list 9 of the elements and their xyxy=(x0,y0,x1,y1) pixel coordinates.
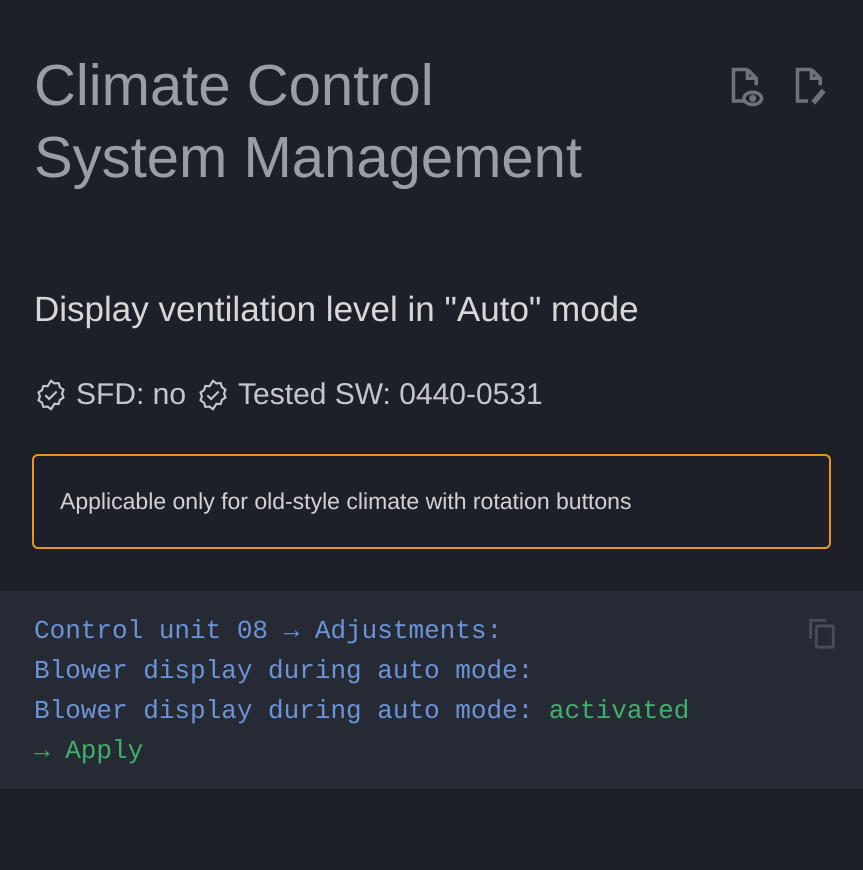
code-line: → Apply xyxy=(34,735,144,768)
notice-box: Applicable only for old-style climate with rotation buttons xyxy=(32,454,831,549)
section-heading: Display ventilation level in "Auto" mode xyxy=(34,290,640,330)
code-line: Blower display during auto mode: activated xyxy=(34,695,690,728)
badge-label: Tested SW: 0440-0531 xyxy=(238,378,543,412)
badge-label: SFD: no xyxy=(76,378,186,412)
code-line: Blower display during auto mode: xyxy=(34,655,534,688)
code-line: Control unit 08 → Adjustments: xyxy=(34,615,502,648)
page-title: Climate Control System Management xyxy=(34,52,584,192)
